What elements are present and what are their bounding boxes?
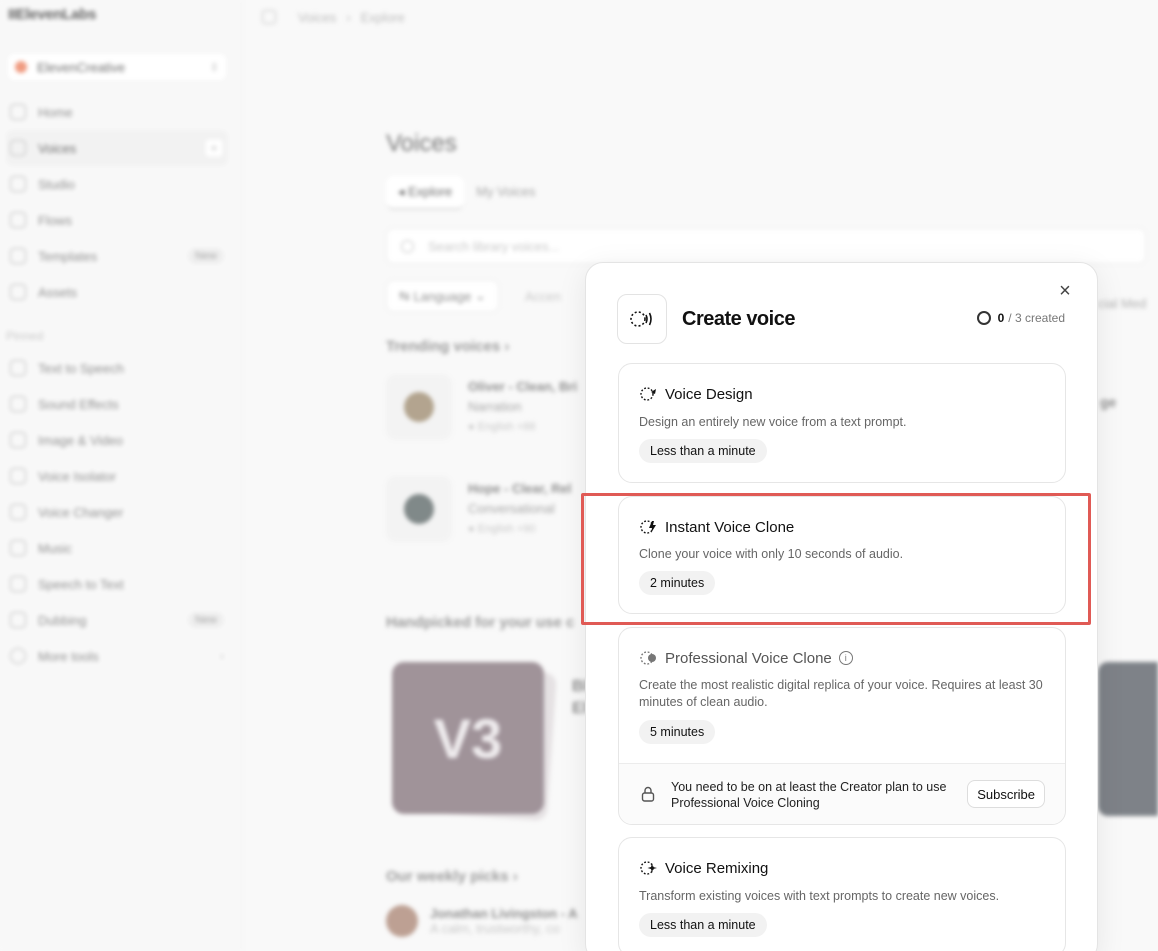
voice-wave-icon bbox=[630, 311, 652, 327]
option-title: Instant Voice Clone bbox=[665, 518, 795, 536]
option-voice-design[interactable]: Voice Design Design an entirely new voic… bbox=[618, 363, 1066, 483]
upgrade-notice-text: You need to be on at least the Creator p… bbox=[671, 780, 947, 810]
option-title: Voice Design bbox=[665, 385, 753, 403]
time-badge: Less than a minute bbox=[639, 439, 767, 463]
verified-icon bbox=[639, 648, 659, 668]
option-description: Clone your voice with only 10 seconds of… bbox=[639, 547, 904, 561]
subscribe-button[interactable]: Subscribe bbox=[967, 780, 1045, 808]
close-icon[interactable]: × bbox=[1055, 281, 1075, 301]
voice-design-icon bbox=[639, 384, 659, 404]
create-voice-icon bbox=[617, 294, 667, 344]
option-description: Transform existing voices with text prom… bbox=[639, 889, 1000, 903]
create-voice-modal: × Create voice 0 / 3 created Voice Desig… bbox=[585, 262, 1098, 951]
count-current: 0 bbox=[997, 311, 1005, 325]
option-description: Create the most realistic digital replic… bbox=[639, 678, 1043, 709]
voice-count: 0 / 3 created bbox=[976, 311, 1065, 325]
sparkle-icon bbox=[639, 858, 659, 878]
option-title: Voice Remixing bbox=[665, 859, 769, 877]
upgrade-notice: You need to be on at least the Creator p… bbox=[619, 763, 1065, 824]
info-icon[interactable]: i bbox=[838, 651, 853, 665]
progress-ring-icon bbox=[976, 311, 991, 325]
time-badge: 5 minutes bbox=[639, 720, 716, 744]
option-instant-voice-clone[interactable]: Instant Voice Clone Clone your voice wit… bbox=[618, 496, 1066, 614]
time-badge: 2 minutes bbox=[639, 571, 716, 595]
time-badge: Less than a minute bbox=[639, 913, 767, 937]
option-professional-voice-clone[interactable]: Professional Voice Clone i Create the mo… bbox=[618, 627, 1066, 825]
modal-title: Create voice bbox=[682, 308, 795, 330]
option-description: Design an entirely new voice from a text… bbox=[639, 415, 907, 429]
option-title: Professional Voice Clone bbox=[665, 649, 832, 667]
count-rest: / 3 created bbox=[1008, 311, 1065, 325]
lock-icon bbox=[641, 786, 655, 802]
lightning-icon bbox=[639, 517, 659, 537]
option-voice-remixing[interactable]: Voice Remixing Transform existing voices… bbox=[618, 837, 1066, 951]
